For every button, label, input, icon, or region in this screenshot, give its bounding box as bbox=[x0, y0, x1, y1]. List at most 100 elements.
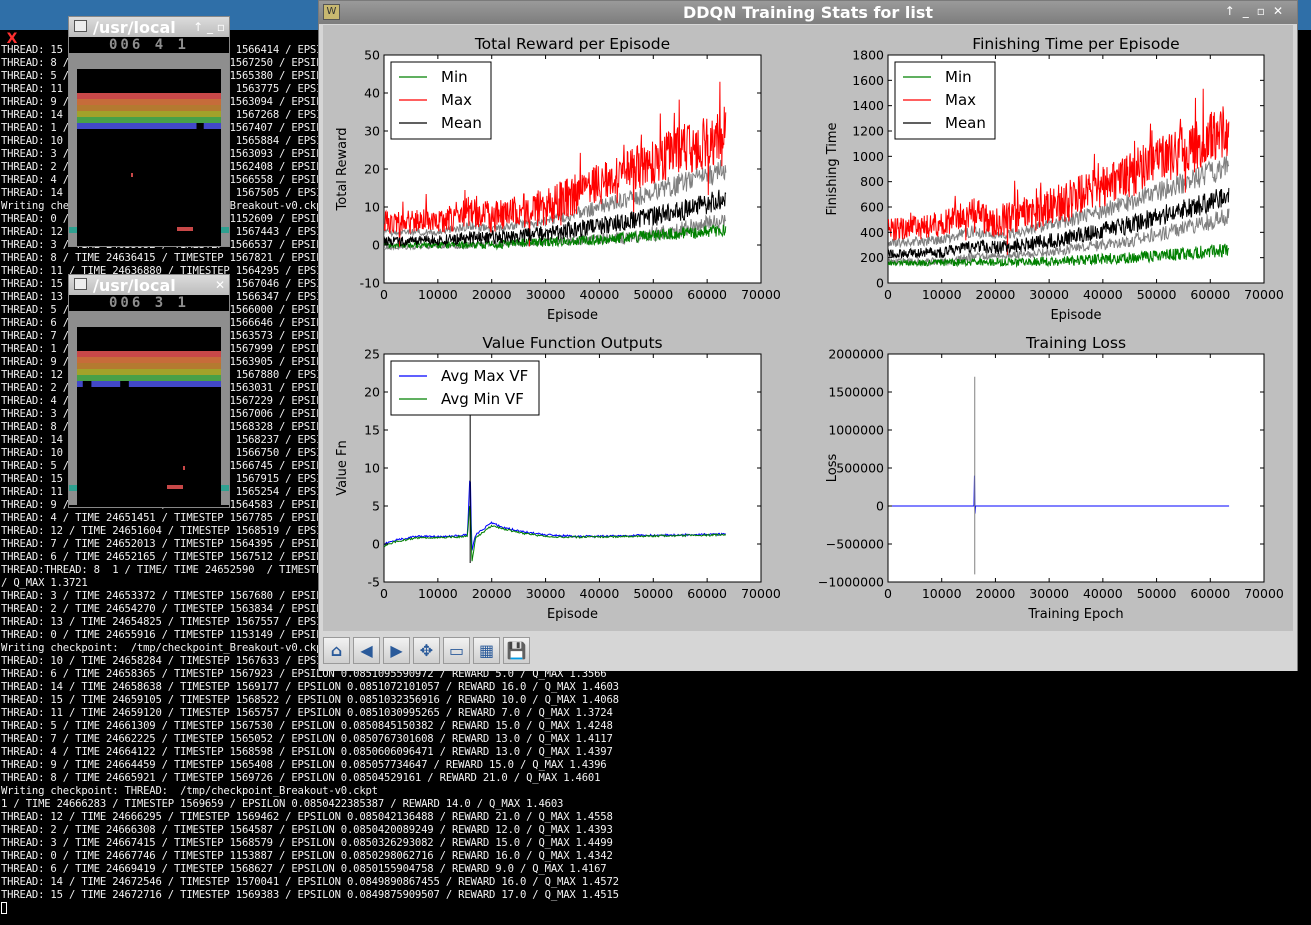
x-tick-label: 10000 bbox=[418, 586, 458, 601]
x-tick-label: 20000 bbox=[976, 287, 1016, 302]
chart-title: Finishing Time per Episode bbox=[972, 35, 1179, 53]
y-tick-label: 20 bbox=[364, 385, 380, 400]
game-window-titlebar[interactable]: /usr/local ↑ _ ▫ bbox=[69, 17, 229, 37]
legend-label: Mean bbox=[441, 114, 482, 132]
legend: Avg Max VF Avg Min VF bbox=[390, 360, 540, 416]
y-tick-label: 0 bbox=[372, 537, 380, 552]
terminal-line: THREAD: 15 / TIME 24659105 / TIMESTEP 15… bbox=[1, 694, 619, 706]
legend: Min Max Mean bbox=[894, 61, 996, 140]
top-wall bbox=[69, 53, 229, 69]
game-window-1[interactable]: /usr/local ↑ _ ▫ 006 4 1 bbox=[68, 16, 230, 247]
x-tick-label: 60000 bbox=[1190, 586, 1230, 601]
back-button[interactable]: ◀ bbox=[353, 637, 380, 664]
y-tick-label: 40 bbox=[364, 86, 380, 101]
x-tick-label: 30000 bbox=[1029, 586, 1069, 601]
x-tick-label: 70000 bbox=[1244, 287, 1284, 302]
legend-label: Max bbox=[441, 91, 472, 109]
x-tick-label: 30000 bbox=[526, 287, 566, 302]
chart-title: Total Reward per Episode bbox=[474, 35, 670, 53]
plot-window-title: DDQN Training Stats for list bbox=[682, 3, 933, 22]
terminal-line: THREAD: 11 / TIME 24659120 / TIMESTEP 15… bbox=[1, 707, 613, 719]
x-tick-label: 40000 bbox=[1083, 586, 1123, 601]
figure-canvas[interactable]: Total Reward per Episode Episode Total Rew… bbox=[323, 25, 1293, 631]
terminal-cursor[interactable] bbox=[1, 902, 7, 915]
y-axis-label: Value Fn bbox=[335, 440, 350, 496]
y-tick-label: 0 bbox=[876, 499, 884, 514]
forward-button[interactable]: ▶ bbox=[383, 637, 410, 664]
y-tick-label: 1600 bbox=[852, 73, 884, 88]
x-tick-label: 30000 bbox=[526, 586, 566, 601]
game-window-titlebar[interactable]: /usr/local ✕ bbox=[69, 275, 229, 295]
window-menu-icon[interactable] bbox=[74, 20, 87, 32]
window-controls-icon[interactable]: ↑ _ ▫ bbox=[193, 20, 225, 34]
game-window-title: /usr/local bbox=[93, 276, 176, 295]
x-tick-label: 50000 bbox=[1137, 586, 1177, 601]
x-axis-label: Episode bbox=[547, 308, 598, 323]
window-controls-icon[interactable]: ✕ bbox=[215, 278, 225, 292]
y-tick-label: 5 bbox=[372, 499, 380, 514]
y-axis-label: Total Reward bbox=[335, 128, 350, 212]
paddle bbox=[167, 485, 183, 489]
x-tick-label: 30000 bbox=[1029, 287, 1069, 302]
terminal-line: THREAD: 6 / TIME 24669419 / TIMESTEP 156… bbox=[1, 863, 607, 875]
terminal-line: THREAD: 3 / TIME 24667415 / TIMESTEP 156… bbox=[1, 837, 613, 849]
plot-window[interactable]: W DDQN Training Stats for list ↑_▫✕ Tota… bbox=[318, 0, 1298, 671]
wall-corner bbox=[221, 485, 229, 491]
y-tick-label: 1800 bbox=[852, 48, 884, 63]
legend-label: Min bbox=[441, 68, 468, 86]
y-tick-label: 1200 bbox=[852, 124, 884, 139]
navigation-toolbar: ⌂ ◀ ▶ ✥ ▭ ▦ 💾 bbox=[319, 633, 1297, 671]
wall-corner bbox=[221, 227, 229, 233]
subplots-button[interactable]: ▦ bbox=[473, 637, 500, 664]
x-tick-label: 40000 bbox=[580, 287, 620, 302]
plot-window-titlebar[interactable]: W DDQN Training Stats for list ↑_▫✕ bbox=[319, 1, 1297, 24]
terminal-line: THREAD: 5 / TIME 24661309 / TIMESTEP 156… bbox=[1, 720, 613, 732]
x-tick-label: 20000 bbox=[976, 586, 1016, 601]
x-axis-label: Training Epoch bbox=[1027, 607, 1123, 622]
y-tick-label: -5 bbox=[368, 575, 380, 590]
paddle bbox=[177, 227, 193, 231]
zoom-button[interactable]: ▭ bbox=[443, 637, 470, 664]
x-tick-label: 50000 bbox=[633, 586, 673, 601]
x-axis-label: Episode bbox=[547, 607, 598, 622]
right-wall bbox=[221, 311, 229, 505]
game-window-2[interactable]: /usr/local ✕ 006 3 1 bbox=[68, 274, 230, 508]
y-tick-label: 1500000 bbox=[828, 385, 884, 400]
xterm-icon[interactable]: X bbox=[3, 31, 21, 47]
breakout-screen: 006 3 1 bbox=[69, 295, 229, 507]
x-tick-label: 50000 bbox=[1137, 287, 1177, 302]
y-tick-label: 30 bbox=[364, 124, 380, 139]
top-wall bbox=[69, 311, 229, 327]
arrow-right-icon: ▶ bbox=[390, 641, 403, 660]
terminal-line: 1 / TIME 24666283 / TIMESTEP 1569659 / E… bbox=[1, 798, 564, 810]
terminal-line: THREAD: 14 / TIME 24658638 / TIMESTEP 15… bbox=[1, 681, 619, 693]
y-tick-label: 0 bbox=[876, 276, 884, 291]
brick-rows bbox=[77, 93, 221, 129]
terminal-line: THREAD: 14 / TIME 24672546 / TIMESTEP 15… bbox=[1, 876, 619, 888]
window-controls-icon[interactable]: ↑_▫✕ bbox=[1225, 4, 1291, 18]
y-tick-label: 600 bbox=[860, 200, 884, 215]
plot-area[interactable] bbox=[887, 353, 1265, 583]
x-tick-label: 10000 bbox=[922, 586, 962, 601]
save-button[interactable]: 💾 bbox=[503, 637, 530, 664]
score-display: 006 4 1 bbox=[69, 37, 229, 53]
y-tick-label: -10 bbox=[360, 276, 380, 291]
x-tick-label: 70000 bbox=[1244, 586, 1284, 601]
pan-button[interactable]: ✥ bbox=[413, 637, 440, 664]
terminal-line: / Q_MAX 1.3721 bbox=[1, 577, 88, 589]
home-button[interactable]: ⌂ bbox=[323, 637, 350, 664]
chart-4: Training LossTraining EpochLoss0 10000 200… bbox=[818, 334, 1284, 622]
y-axis-label: Finishing Time bbox=[825, 122, 840, 215]
legend-label: Mean bbox=[945, 114, 986, 132]
window-menu-icon[interactable] bbox=[74, 278, 87, 290]
x-tick-label: 20000 bbox=[472, 287, 512, 302]
left-wall bbox=[69, 311, 77, 505]
terminal-line: THREAD: 8 / TIME 24665921 / TIMESTEP 156… bbox=[1, 772, 601, 784]
terminal-line: Writing checkpoint: /tmp/checkpoint_Brea… bbox=[1, 642, 329, 654]
legend-label: Avg Max VF bbox=[441, 367, 528, 385]
x-tick-label: 0 bbox=[380, 287, 388, 302]
y-tick-label: 2000000 bbox=[828, 347, 884, 362]
zoom-rect-icon: ▭ bbox=[448, 641, 465, 660]
x-tick-label: 40000 bbox=[1083, 287, 1123, 302]
terminal-line: THREAD: 12 / TIME 24666295 / TIMESTEP 15… bbox=[1, 811, 613, 823]
